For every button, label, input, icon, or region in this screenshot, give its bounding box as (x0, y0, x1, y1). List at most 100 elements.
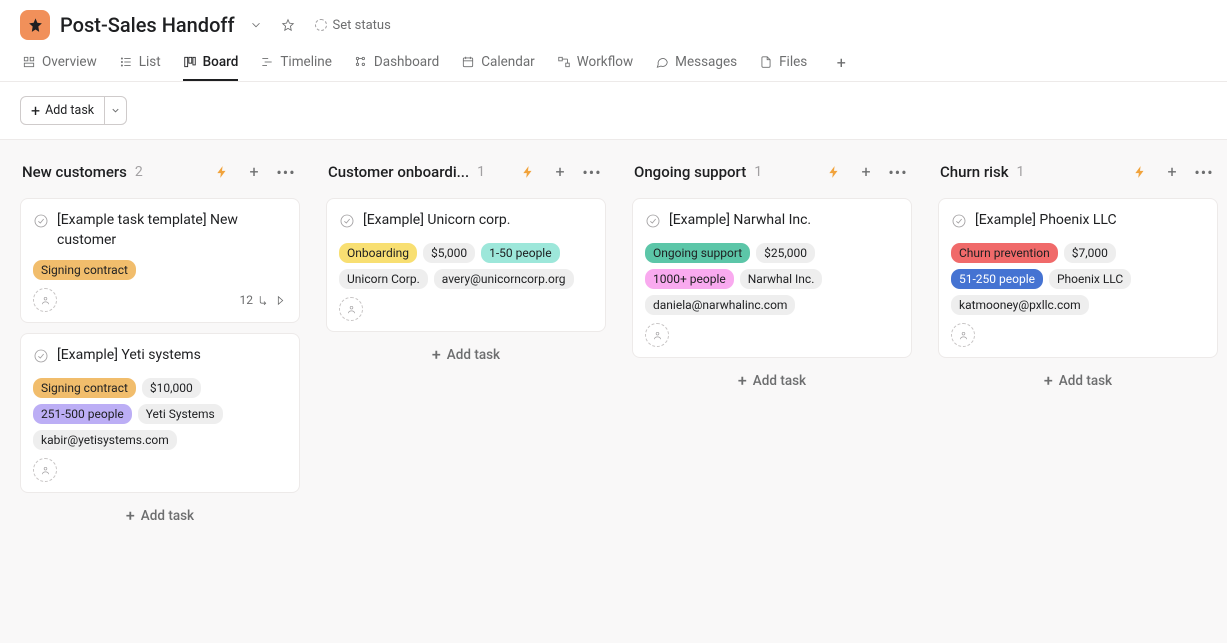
task-card[interactable]: [Example task template] New customer Sign… (20, 198, 300, 323)
card-title: [Example] Narwhal Inc. (669, 211, 811, 231)
tab-timeline[interactable]: Timeline (260, 44, 332, 81)
bolt-icon (827, 165, 841, 179)
column-rules-button[interactable] (516, 160, 540, 184)
assign-button[interactable] (33, 288, 57, 312)
tag[interactable]: 51-250 people (951, 269, 1043, 289)
column-add-button[interactable]: + (548, 160, 572, 184)
tab-board[interactable]: Board (183, 44, 239, 81)
tag[interactable]: $25,000 (756, 243, 815, 263)
column-customer-onboarding: Customer onboardi...1+•••[Example] Unico… (326, 156, 606, 627)
card-tags: Signing contract $10,000 251-500 people Yet… (33, 378, 287, 450)
check-circle-icon (645, 213, 661, 229)
complete-task-button[interactable] (33, 213, 49, 233)
column-more-button[interactable]: ••• (886, 160, 910, 184)
tag[interactable]: Unicorn Corp. (339, 269, 428, 289)
tag[interactable]: Yeti Systems (138, 404, 223, 424)
tag[interactable]: 1-50 people (481, 243, 560, 263)
column-rules-button[interactable] (1128, 160, 1152, 184)
column-rules-button[interactable] (822, 160, 846, 184)
tag[interactable]: 1000+ people (645, 269, 734, 289)
more-icon: ••• (582, 163, 601, 182)
complete-task-button[interactable] (339, 213, 355, 233)
task-card[interactable]: [Example] Phoenix LLCChurn prevention$7,… (938, 198, 1218, 358)
column-title[interactable]: Ongoing support (634, 163, 746, 181)
add-tab-button[interactable]: + (829, 51, 853, 75)
column-more-button[interactable]: ••• (1192, 160, 1216, 184)
task-card[interactable]: [Example] Narwhal Inc. Ongoing support $25… (632, 198, 912, 358)
task-card[interactable]: [Example] Unicorn corp.Onboarding$5,0001… (326, 198, 606, 332)
column-header: Churn risk1+••• (938, 156, 1218, 188)
tab-label: Workflow (577, 54, 633, 70)
project-dropdown[interactable] (245, 14, 267, 36)
tag[interactable]: Phoenix LLC (1049, 269, 1131, 289)
column-ongoing-support: Ongoing support1+•••[Example] Narwhal In… (632, 156, 912, 627)
tag[interactable]: Onboarding (339, 243, 417, 263)
tag[interactable]: Narwhal Inc. (740, 269, 823, 289)
tab-calendar[interactable]: Calendar (461, 44, 535, 81)
tag[interactable]: Churn prevention (951, 243, 1058, 263)
column-cards: [Example] Phoenix LLCChurn prevention$7,… (938, 198, 1218, 358)
overview-icon (22, 55, 36, 69)
column-cards: [Example task template] New customer Sign… (20, 198, 300, 493)
tag[interactable]: 251-500 people (33, 404, 132, 424)
tag[interactable]: $10,000 (142, 378, 201, 398)
card-footer (339, 297, 593, 321)
project-icon[interactable] (20, 10, 50, 40)
column-title[interactable]: Customer onboardi... (328, 163, 469, 181)
subtask-indicator[interactable]: 12 (240, 293, 288, 307)
column-more-button[interactable]: ••• (274, 160, 298, 184)
calendar-icon (461, 55, 475, 69)
tag[interactable]: kabir@yetisystems.com (33, 430, 177, 450)
card-tags: Ongoing support $25,000 1000+ people Narwha… (645, 243, 899, 315)
timeline-icon (260, 55, 274, 69)
project-title[interactable]: Post-Sales Handoff (60, 13, 235, 37)
complete-task-button[interactable] (951, 213, 967, 233)
assign-button[interactable] (339, 297, 363, 321)
column-add-task-button[interactable]: +Add task (326, 336, 606, 374)
complete-task-button[interactable] (33, 348, 49, 368)
column-header: Ongoing support1+••• (632, 156, 912, 188)
column-add-task-button[interactable]: +Add task (632, 362, 912, 400)
add-task-button[interactable]: + Add task (21, 97, 104, 124)
column-add-task-button[interactable]: +Add task (938, 362, 1218, 400)
column-add-button[interactable]: + (1160, 160, 1184, 184)
tag[interactable]: Ongoing support (645, 243, 750, 263)
tab-dashboard[interactable]: Dashboard (354, 44, 439, 81)
card-title: [Example] Yeti systems (57, 346, 201, 366)
tab-overview[interactable]: Overview (22, 44, 97, 81)
tag[interactable]: $7,000 (1064, 243, 1116, 263)
tab-workflow[interactable]: Workflow (557, 44, 633, 81)
column-add-button[interactable]: + (854, 160, 878, 184)
set-status-button[interactable]: Set status (315, 18, 391, 33)
check-circle-icon (339, 213, 355, 229)
assign-button[interactable] (951, 323, 975, 347)
complete-task-button[interactable] (645, 213, 661, 233)
tab-messages[interactable]: Messages (655, 44, 737, 81)
column-add-task-button[interactable]: +Add task (20, 497, 300, 535)
more-icon: ••• (888, 163, 907, 182)
add-task-dropdown[interactable] (104, 97, 126, 124)
assign-button[interactable] (645, 323, 669, 347)
assign-button[interactable] (33, 458, 57, 482)
column-title[interactable]: Churn risk (940, 163, 1009, 181)
add-task-button-group: + Add task (20, 96, 127, 125)
tab-label: Files (779, 54, 807, 70)
task-card[interactable]: [Example] Yeti systems Signing contract $1… (20, 333, 300, 493)
column-title[interactable]: New customers (22, 163, 127, 181)
column-rules-button[interactable] (210, 160, 234, 184)
tag[interactable]: avery@unicorncorp.org (434, 269, 574, 289)
tab-files[interactable]: Files (759, 44, 807, 81)
tag[interactable]: Signing contract (33, 378, 136, 398)
tab-list[interactable]: List (119, 44, 161, 81)
tag[interactable]: katmooney@pxllc.com (951, 295, 1089, 315)
column-add-button[interactable]: + (242, 160, 266, 184)
favorite-button[interactable] (277, 14, 299, 36)
dashboard-icon (354, 55, 368, 69)
column-more-button[interactable]: ••• (580, 160, 604, 184)
tag[interactable]: Signing contract (33, 260, 136, 280)
card-title: [Example task template] New customer (57, 211, 287, 250)
tag[interactable]: $5,000 (423, 243, 475, 263)
plus-icon: + (1044, 373, 1053, 389)
chevron-down-icon (110, 105, 121, 116)
tag[interactable]: daniela@narwhalinc.com (645, 295, 795, 315)
